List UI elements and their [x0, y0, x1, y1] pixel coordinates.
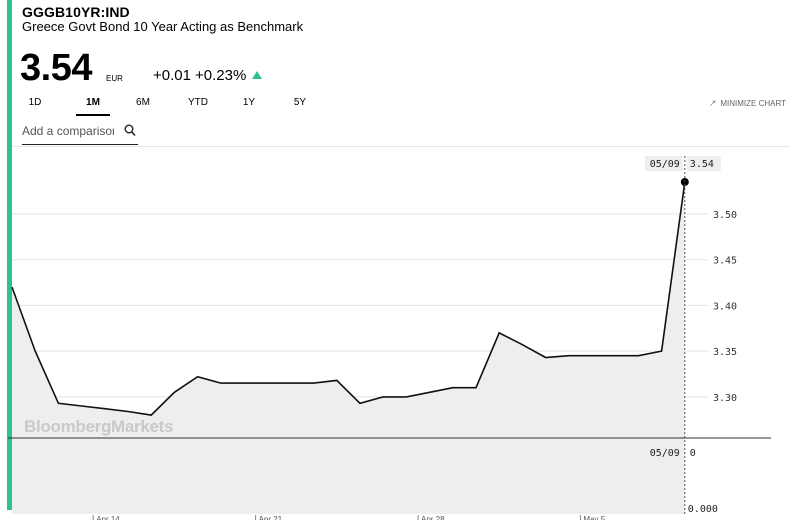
cursor-date-tag: 05/09 — [650, 159, 680, 170]
price-tick-label: 3.35 — [713, 347, 737, 358]
volume-axis-label: 0.000 — [688, 504, 718, 515]
minimize-icon: ↗ — [708, 98, 717, 108]
tab-1m[interactable]: 1M — [76, 97, 110, 116]
price-chart[interactable]: 3.30 3.35 3.40 3.45 3.50 05/09 3.54 05/09 0 0.00… — [0, 150, 800, 520]
volume-cursor-date-tag: 05/09 — [650, 448, 680, 459]
search-icon[interactable] — [124, 124, 136, 138]
bloomberg-watermark: BloombergMarkets — [24, 417, 174, 436]
date-tick-label: Apr 28 — [421, 515, 445, 520]
price-change: +0.01 — [153, 67, 191, 84]
price-area-fill — [12, 182, 685, 514]
tab-6m[interactable]: 6M — [128, 97, 158, 114]
minimize-chart-button[interactable]: ↗ MINIMIZE CHART — [709, 98, 786, 109]
up-arrow-icon — [252, 71, 262, 79]
tab-1d[interactable]: 1D — [22, 97, 48, 114]
price-tick-label: 3.40 — [713, 301, 737, 312]
toolbar-divider — [12, 146, 790, 147]
security-name: Greece Govt Bond 10 Year Acting as Bench… — [22, 19, 304, 34]
date-tick-label: May 5 — [583, 515, 605, 520]
price-tick-label: 3.45 — [713, 256, 737, 267]
price-change-percent: +0.23% — [195, 67, 247, 84]
date-tick-label: Apr 21 — [259, 515, 283, 520]
price-axis: 3.30 3.35 3.40 3.45 3.50 — [713, 210, 737, 404]
tab-5y[interactable]: 5Y — [290, 97, 310, 114]
tab-1y[interactable]: 1Y — [240, 97, 258, 114]
date-tick-label: Apr 14 — [96, 515, 120, 520]
price-tick-label: 3.50 — [713, 210, 737, 221]
last-price: 3.54 — [20, 47, 92, 89]
currency-label: EUR — [106, 74, 123, 83]
volume-cursor-value: 0 — [690, 448, 696, 459]
cursor-value-tag: 3.54 — [690, 159, 714, 170]
ticker-symbol: GGGB10YR:IND — [22, 4, 130, 20]
comparison-search — [22, 122, 138, 145]
comparison-input[interactable] — [22, 124, 114, 138]
date-axis: Apr 14 Apr 21 Apr 28 May 5 — [92, 515, 606, 520]
tab-ytd[interactable]: YTD — [180, 97, 216, 114]
price-tick-label: 3.30 — [713, 393, 737, 404]
minimize-chart-label: MINIMIZE CHART — [720, 99, 786, 108]
